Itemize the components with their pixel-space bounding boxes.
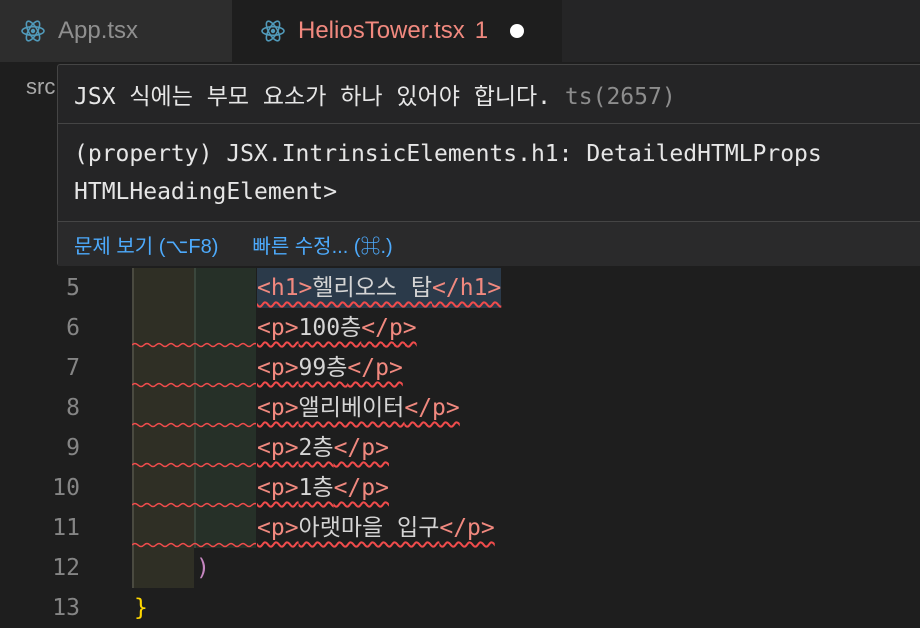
quick-fix-link[interactable]: 빠른 수정... (⌘.) bbox=[252, 230, 392, 259]
jsx-close-tag: </p> bbox=[439, 515, 495, 541]
jsx-text: 헬리오스 탑 bbox=[312, 275, 433, 301]
line-number: 6 bbox=[66, 315, 80, 341]
react-icon bbox=[261, 20, 285, 42]
unsaved-dot-icon[interactable] bbox=[510, 24, 525, 38]
breadcrumb[interactable]: src bbox=[26, 74, 55, 100]
line-number: 7 bbox=[66, 355, 80, 381]
jsx-close-tag: </p> bbox=[404, 395, 460, 421]
problem-count-badge: 1 bbox=[474, 17, 489, 44]
react-icon bbox=[21, 20, 45, 42]
code-line: 10 <p>1층</p> bbox=[0, 468, 920, 508]
jsx-close-tag: </h1> bbox=[432, 275, 502, 301]
jsx-open-tag: <p> bbox=[257, 435, 299, 461]
type-signature: (property) JSX.IntrinsicElements.h1: Det… bbox=[74, 135, 822, 211]
divider bbox=[58, 123, 920, 124]
code-editor[interactable]: 5 <h1>헬리오스 탑</h1> 6 <p>100층</p> 7 <p>99층… bbox=[0, 268, 920, 628]
error-code: ts(2657) bbox=[564, 84, 676, 110]
code-text[interactable]: <p>100층</p> bbox=[257, 308, 417, 348]
line-number: 8 bbox=[66, 395, 80, 421]
signature-line: (property) JSX.IntrinsicElements.h1: Det… bbox=[74, 141, 822, 167]
line-number: 10 bbox=[52, 475, 80, 501]
line-number: 12 bbox=[52, 555, 80, 581]
jsx-open-tag: <p> bbox=[257, 475, 299, 501]
line-number: 11 bbox=[52, 515, 80, 541]
indent-guide bbox=[194, 268, 256, 308]
code-text[interactable]: <p>앨리베이터</p> bbox=[257, 388, 460, 428]
jsx-text: 2층 bbox=[298, 435, 334, 461]
code-text[interactable]: <p>아랫마을 입구</p> bbox=[257, 508, 495, 548]
code-line: 6 <p>100층</p> bbox=[0, 308, 920, 348]
code-line: 7 <p>99층</p> bbox=[0, 348, 920, 388]
code-line: 8 <p>앨리베이터</p> bbox=[0, 388, 920, 428]
code-line: 13 } bbox=[0, 588, 920, 628]
tab-app-tsx[interactable]: App.tsx bbox=[0, 0, 232, 62]
jsx-open-tag: <p> bbox=[257, 515, 299, 541]
line-number: 9 bbox=[66, 435, 80, 461]
code-text[interactable]: <h1>헬리오스 탑</h1> bbox=[257, 268, 502, 308]
hover-actions: 문제 보기 (⌥F8) 빠른 수정... (⌘.) bbox=[74, 221, 393, 267]
closing-paren[interactable]: ) bbox=[196, 548, 210, 588]
error-text: JSX 식에는 부모 요소가 하나 있어야 합니다. bbox=[74, 84, 552, 110]
code-text[interactable]: <p>99층</p> bbox=[257, 348, 403, 388]
code-line: 5 <h1>헬리오스 탑</h1> bbox=[0, 268, 920, 308]
code-text[interactable]: <p>1층</p> bbox=[257, 468, 389, 508]
jsx-close-tag: </p> bbox=[333, 475, 389, 501]
indent-guide bbox=[132, 548, 194, 588]
jsx-close-tag: </p> bbox=[347, 355, 403, 381]
tab-label: HeliosTower.tsx bbox=[298, 17, 465, 44]
code-line: 9 <p>2층</p> bbox=[0, 428, 920, 468]
tab-bar: App.tsx HeliosTower.tsx 1 bbox=[0, 0, 920, 62]
jsx-open-tag: <p> bbox=[257, 395, 299, 421]
jsx-text: 100층 bbox=[298, 315, 362, 341]
jsx-close-tag: </p> bbox=[361, 315, 417, 341]
jsx-close-tag: </p> bbox=[333, 435, 389, 461]
jsx-text: 아랫마을 입구 bbox=[298, 515, 440, 541]
indent-guide bbox=[132, 268, 194, 308]
tab-helios-tower-tsx[interactable]: HeliosTower.tsx 1 bbox=[232, 0, 562, 62]
view-problem-link[interactable]: 문제 보기 (⌥F8) bbox=[74, 230, 218, 259]
jsx-text: 앨리베이터 bbox=[298, 395, 405, 421]
line-number: 13 bbox=[52, 595, 80, 621]
jsx-open-tag: <p> bbox=[257, 315, 299, 341]
code-line: 12 ) bbox=[0, 548, 920, 588]
closing-brace[interactable]: } bbox=[134, 588, 148, 628]
signature-line: HTMLHeadingElement> bbox=[74, 179, 338, 205]
jsx-text: 1층 bbox=[298, 475, 334, 501]
jsx-text: 99층 bbox=[298, 355, 348, 381]
error-message: JSX 식에는 부모 요소가 하나 있어야 합니다. ts(2657) bbox=[74, 77, 676, 111]
code-line: 11 <p>아랫마을 입구</p> bbox=[0, 508, 920, 548]
line-number: 5 bbox=[66, 275, 80, 301]
code-text[interactable]: <p>2층</p> bbox=[257, 428, 389, 468]
jsx-open-tag: <p> bbox=[257, 355, 299, 381]
tab-label: App.tsx bbox=[58, 17, 139, 44]
hover-tooltip: JSX 식에는 부모 요소가 하나 있어야 합니다. ts(2657) (pro… bbox=[57, 64, 920, 266]
jsx-open-tag: <h1> bbox=[257, 275, 313, 301]
